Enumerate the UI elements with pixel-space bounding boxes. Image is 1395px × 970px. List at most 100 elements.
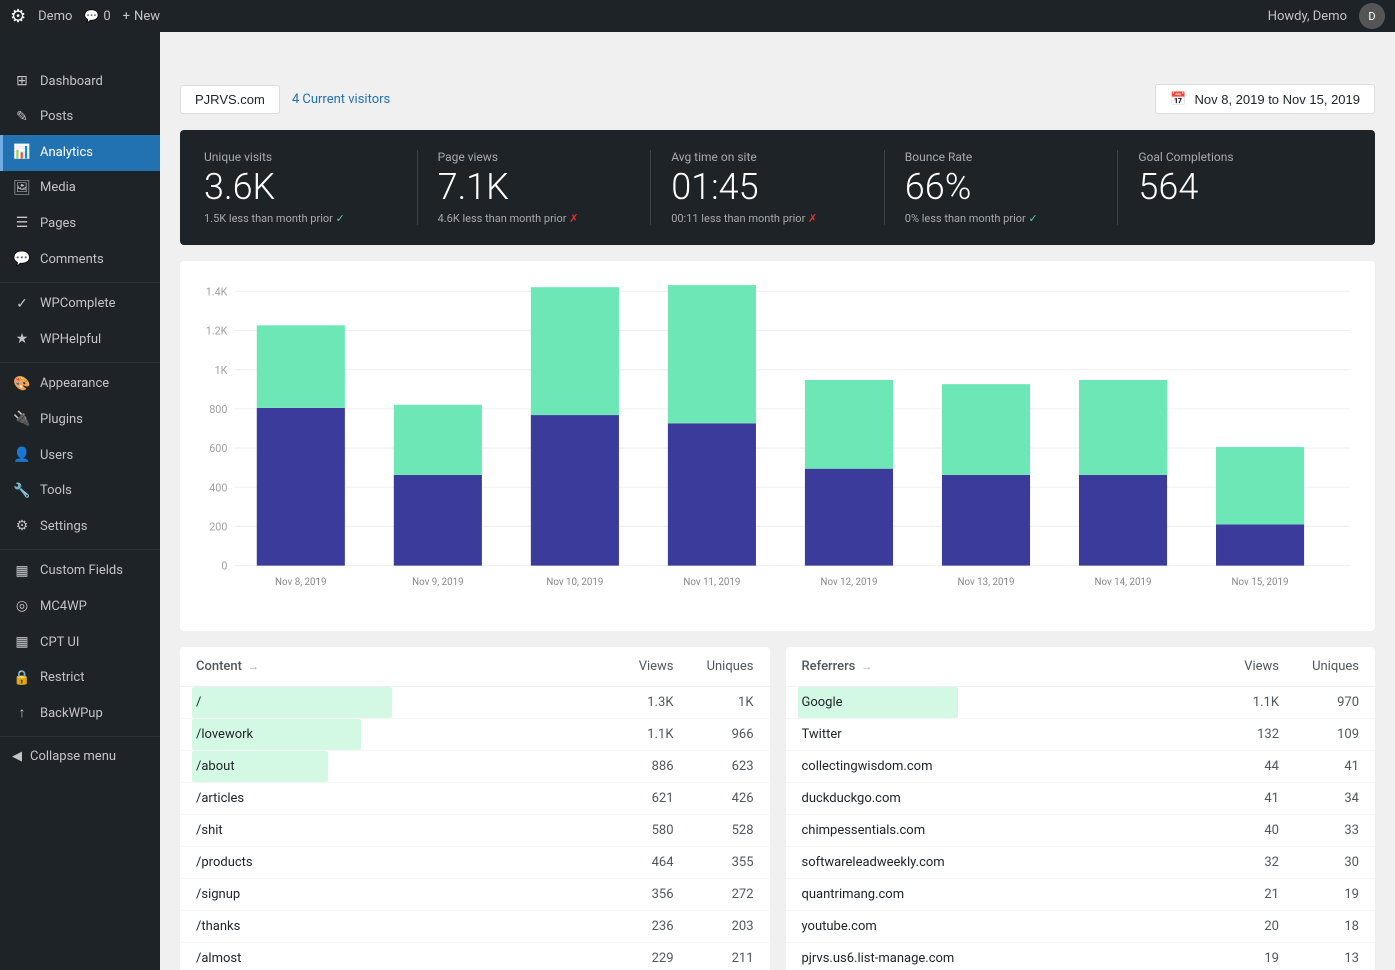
stat-label: Goal Completions <box>1138 150 1331 164</box>
content-row[interactable]: /signup 356 272 <box>180 879 770 911</box>
sidebar-item-appearance[interactable]: 🎨 Appearance <box>0 367 160 403</box>
row-uniques: 272 <box>674 887 754 902</box>
row-label: /signup <box>196 887 594 902</box>
content-row[interactable]: / 1.3K 1K <box>180 687 770 719</box>
sidebar-item-tools[interactable]: 🔧 Tools <box>0 474 160 510</box>
content-table: Content → Views Uniques / 1.3K 1K /lovew… <box>180 647 770 970</box>
sidebar-item-mc4wp[interactable]: ◎ MC4WP <box>0 589 160 625</box>
sidebar-item-backwpup[interactable]: ↑ BackWPup <box>0 696 160 732</box>
sidebar-item-pages[interactable]: ☰ Pages <box>0 206 160 242</box>
bar-uniques-4 <box>805 380 893 469</box>
backwpup-icon: ↑ <box>12 704 32 724</box>
sidebar-item-settings[interactable]: ⚙ Settings <box>0 509 160 545</box>
sidebar-item-plugins[interactable]: 🔌 Plugins <box>0 402 160 438</box>
sidebar-label: Analytics <box>40 144 93 162</box>
current-visitors-link[interactable]: 4 Current visitors <box>292 92 390 107</box>
tables-row: Content → Views Uniques / 1.3K 1K /lovew… <box>180 647 1375 970</box>
bar-views-0 <box>257 407 345 565</box>
content-row[interactable]: /about 886 623 <box>180 751 770 783</box>
row-uniques: 355 <box>674 855 754 870</box>
row-views: 41 <box>1199 791 1279 806</box>
sidebar-item-wpcomplete[interactable]: ✓ WPComplete <box>0 287 160 323</box>
referrers-row[interactable]: Twitter 132 109 <box>786 719 1376 751</box>
comments-link[interactable]: 💬 0 <box>84 9 110 24</box>
content-row[interactable]: /products 464 355 <box>180 847 770 879</box>
user-avatar: D <box>1359 3 1385 29</box>
referrers-row[interactable]: pjrvs.us6.list-manage.com 19 13 <box>786 943 1376 970</box>
svg-text:Nov 14, 2019: Nov 14, 2019 <box>1095 577 1152 588</box>
row-uniques: 41 <box>1279 759 1359 774</box>
restrict-icon: 🔒 <box>12 669 32 689</box>
bar-views-2 <box>531 415 619 566</box>
bar-views-4 <box>805 468 893 565</box>
row-views: 132 <box>1199 727 1279 742</box>
sidebar-item-restrict[interactable]: 🔒 Restrict <box>0 661 160 697</box>
arrow-right-icon: → <box>248 660 259 673</box>
svg-text:1.4K: 1.4K <box>206 285 228 298</box>
content-row[interactable]: /shit 580 528 <box>180 815 770 847</box>
new-content-link[interactable]: + New <box>123 9 160 24</box>
content-row[interactable]: /almost 229 211 <box>180 943 770 970</box>
row-views: 1.1K <box>1199 695 1279 710</box>
referrers-row[interactable]: collectingwisdom.com 44 41 <box>786 751 1376 783</box>
referrers-views-header: Views <box>1199 659 1279 674</box>
referrers-row[interactable]: youtube.com 20 18 <box>786 911 1376 943</box>
content-row[interactable]: /thanks 236 203 <box>180 911 770 943</box>
custom-fields-icon: ▦ <box>12 562 32 582</box>
sidebar-item-dashboard[interactable]: ⊞ Dashboard <box>0 64 160 100</box>
referrers-row[interactable]: chimpessentials.com 40 33 <box>786 815 1376 847</box>
row-label: /articles <box>196 791 594 806</box>
bar-uniques-3 <box>668 285 756 423</box>
settings-icon: ⚙ <box>12 517 32 537</box>
sidebar-item-custom-fields[interactable]: ▦ Custom Fields <box>0 554 160 590</box>
row-views: 32 <box>1199 855 1279 870</box>
row-uniques: 203 <box>674 919 754 934</box>
stats-card: Unique visits 3.6K 1.5K less than month … <box>180 130 1375 245</box>
sidebar-item-cpt-ui[interactable]: ▦ CPT UI <box>0 625 160 661</box>
site-name[interactable]: Demo <box>38 9 72 24</box>
content-row[interactable]: /articles 621 426 <box>180 783 770 815</box>
content-table-header: Content → Views Uniques <box>180 647 770 687</box>
svg-text:800: 800 <box>209 402 227 415</box>
sidebar-label: Plugins <box>40 411 83 429</box>
admin-bar: ⚙ Demo 💬 0 + New Howdy, Demo D <box>0 0 1395 32</box>
svg-text:Nov 9, 2019: Nov 9, 2019 <box>412 577 463 588</box>
stat-sub: 4.6K less than month prior ✗ <box>438 212 631 225</box>
referrers-row[interactable]: duckduckgo.com 41 34 <box>786 783 1376 815</box>
row-label: quantrimang.com <box>802 887 1200 902</box>
sidebar-item-analytics[interactable]: 📊 Analytics <box>0 135 160 171</box>
row-label: /lovework <box>196 727 594 742</box>
row-views: 40 <box>1199 823 1279 838</box>
sidebar-label: WPHelpful <box>40 331 101 349</box>
referrers-table-header: Referrers → Views Uniques <box>786 647 1376 687</box>
row-views: 19 <box>1199 951 1279 966</box>
stat-sub: 1.5K less than month prior ✓ <box>204 212 397 225</box>
stat-value: 01:45 <box>671 168 864 208</box>
sidebar-label: CPT UI <box>40 634 79 652</box>
referrers-row[interactable]: softwareleadweekly.com 32 30 <box>786 847 1376 879</box>
stat-sub: 00:11 less than month prior ✗ <box>671 212 864 225</box>
site-badge[interactable]: PJRVS.com <box>180 85 280 114</box>
cpt-ui-icon: ▦ <box>12 633 32 653</box>
stat-value: 66% <box>905 168 1098 208</box>
collapse-menu[interactable]: ◀ Collapse menu <box>0 741 160 772</box>
sidebar-item-wphelpful[interactable]: ★ WPHelpful <box>0 322 160 358</box>
referrers-row[interactable]: quantrimang.com 21 19 <box>786 879 1376 911</box>
chart-container: 1.4K 1.2K 1K 800 600 400 200 0 <box>180 261 1375 631</box>
sidebar-label: Dashboard <box>40 73 103 91</box>
bar-uniques-6 <box>1079 380 1167 475</box>
sidebar-item-posts[interactable]: ✎ Posts <box>0 100 160 136</box>
pages-icon: ☰ <box>12 214 32 234</box>
sidebar-item-media[interactable]: 🖼 Media <box>0 171 160 207</box>
sidebar-label: Media <box>40 179 76 197</box>
main-content: PJRVS.com 4 Current visitors 📅 Nov 8, 20… <box>160 32 1395 970</box>
sidebar-item-comments[interactable]: 💬 Comments <box>0 242 160 278</box>
date-range-button[interactable]: 📅 Nov 8, 2019 to Nov 15, 2019 <box>1155 84 1375 114</box>
sidebar-item-users[interactable]: 👤 Users <box>0 438 160 474</box>
row-label: chimpessentials.com <box>802 823 1200 838</box>
svg-text:600: 600 <box>209 442 227 455</box>
content-row[interactable]: /lovework 1.1K 966 <box>180 719 770 751</box>
bar-views-5 <box>942 474 1030 565</box>
svg-text:0: 0 <box>221 559 227 572</box>
referrers-row[interactable]: Google 1.1K 970 <box>786 687 1376 719</box>
